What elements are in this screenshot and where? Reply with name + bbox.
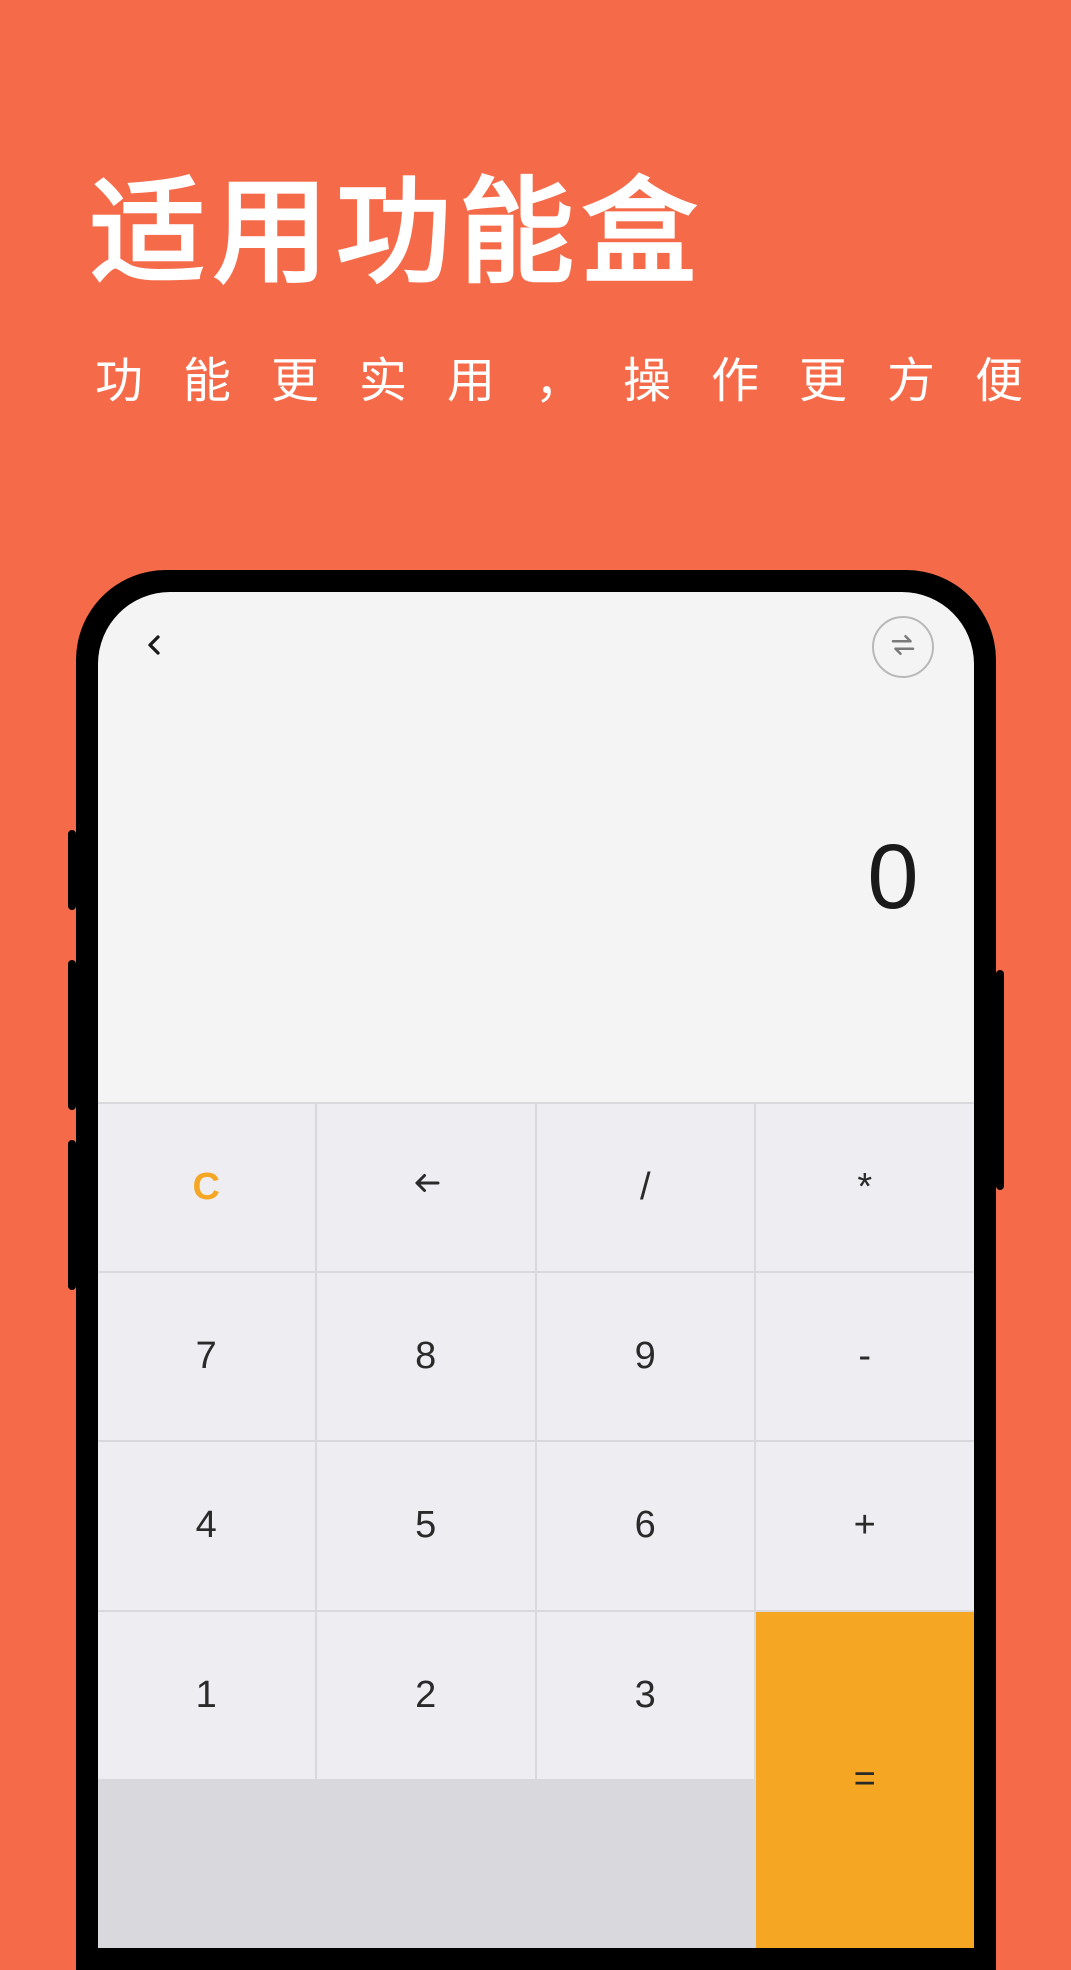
display-value: 0 bbox=[867, 825, 918, 930]
back-button[interactable] bbox=[138, 629, 170, 666]
calculator-display: 0 bbox=[98, 692, 974, 1102]
key-2[interactable]: 2 bbox=[317, 1612, 535, 1779]
chevron-left-icon bbox=[138, 648, 170, 665]
key-equals[interactable]: = bbox=[756, 1612, 974, 1948]
key-7[interactable]: 7 bbox=[98, 1273, 316, 1440]
hero-subtitle: 功能更实用，操作更方便 bbox=[0, 306, 1071, 411]
key-minus[interactable]: - bbox=[756, 1273, 974, 1440]
swap-button[interactable] bbox=[872, 616, 934, 678]
key-9[interactable]: 9 bbox=[537, 1273, 755, 1440]
key-3[interactable]: 3 bbox=[537, 1612, 755, 1779]
arrow-left-icon bbox=[408, 1165, 444, 1211]
phone-volume-up bbox=[68, 960, 76, 1110]
phone-frame: 0 C / * 7 8 9 - 4 5 6 + 1 bbox=[76, 570, 996, 1970]
key-clear[interactable]: C bbox=[98, 1104, 316, 1271]
key-4[interactable]: 4 bbox=[98, 1442, 316, 1609]
phone-power-button bbox=[996, 970, 1004, 1190]
key-multiply[interactable]: * bbox=[756, 1104, 974, 1271]
phone-screen: 0 C / * 7 8 9 - 4 5 6 + 1 bbox=[98, 592, 974, 1948]
key-backspace[interactable] bbox=[317, 1104, 535, 1271]
key-5[interactable]: 5 bbox=[317, 1442, 535, 1609]
key-divide[interactable]: / bbox=[537, 1104, 755, 1271]
hero-title: 适用功能盒 bbox=[0, 0, 1071, 306]
calculator-keypad: C / * 7 8 9 - 4 5 6 + 1 2 3 = bbox=[98, 1102, 974, 1948]
key-8[interactable]: 8 bbox=[317, 1273, 535, 1440]
phone-volume-down bbox=[68, 1140, 76, 1290]
key-plus[interactable]: + bbox=[756, 1442, 974, 1609]
phone-mockup: 0 C / * 7 8 9 - 4 5 6 + 1 bbox=[76, 570, 996, 1970]
swap-icon bbox=[888, 630, 918, 665]
phone-side-button bbox=[68, 830, 76, 910]
key-6[interactable]: 6 bbox=[537, 1442, 755, 1609]
app-top-bar bbox=[98, 602, 974, 692]
key-1[interactable]: 1 bbox=[98, 1612, 316, 1779]
